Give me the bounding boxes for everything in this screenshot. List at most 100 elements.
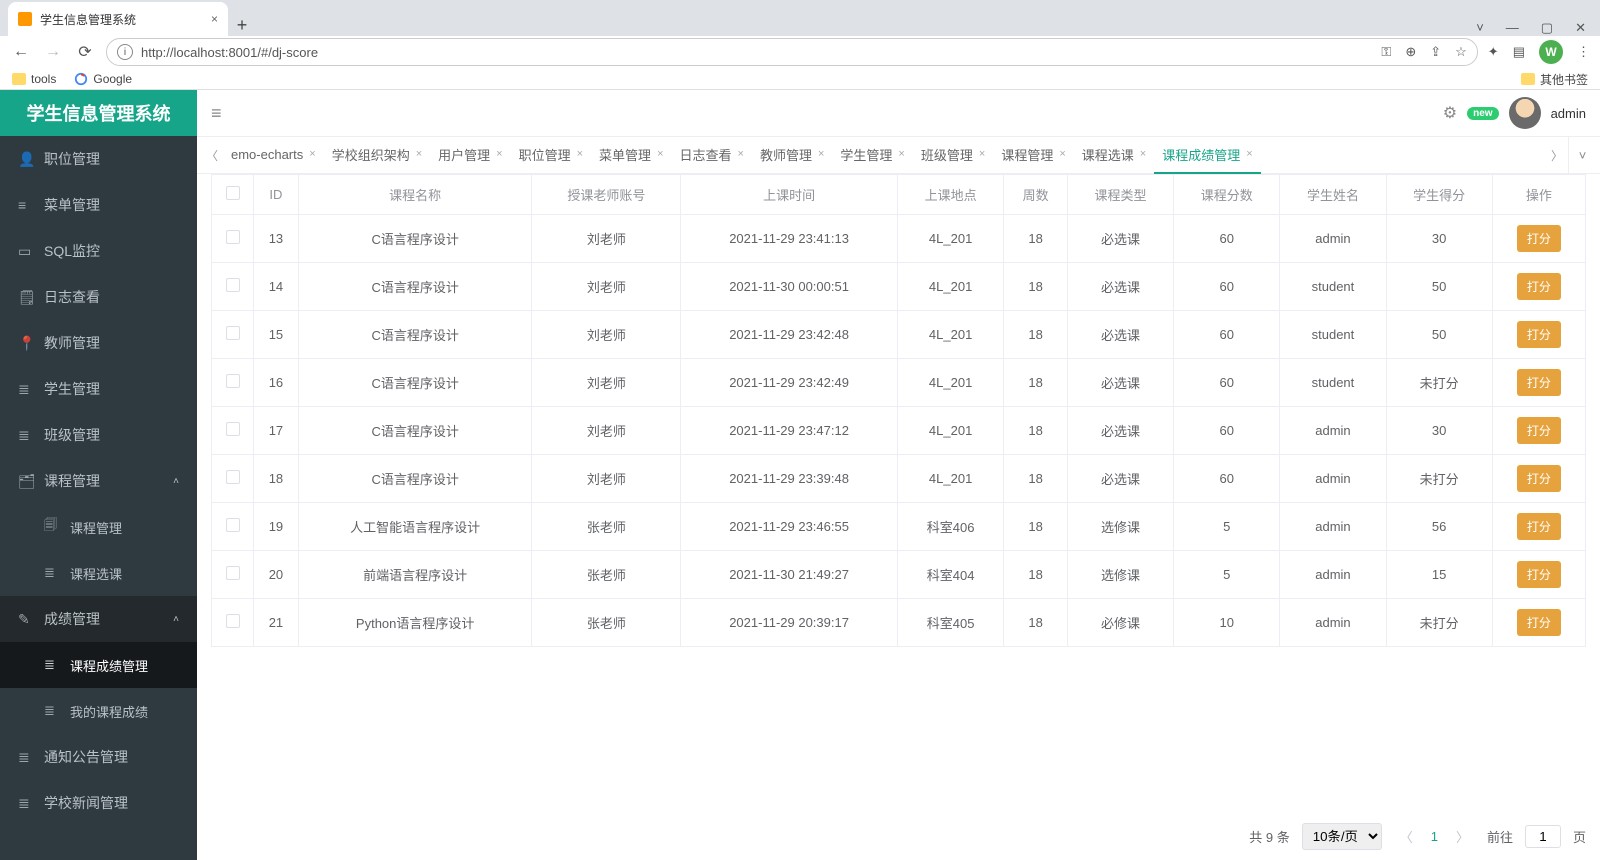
page-tab[interactable]: 教师管理× [752,137,832,174]
score-button[interactable]: 打分 [1517,321,1561,348]
bookmark-other[interactable]: 其他书签 [1521,71,1588,88]
page-tab[interactable]: 日志查看× [672,137,752,174]
column-header[interactable]: 操作 [1492,175,1585,215]
sidebar-item[interactable]: 👤职位管理 [0,136,197,182]
gear-icon[interactable]: ⚙ [1443,103,1457,123]
user-avatar[interactable] [1509,97,1541,129]
tabs-dropdown-icon[interactable]: ˅ [1568,137,1596,173]
sidebar-item[interactable]: ▭SQL监控 [0,228,197,274]
browser-tab-active[interactable]: 学生信息管理系统 × [8,2,228,36]
score-button[interactable]: 打分 [1517,609,1561,636]
user-name[interactable]: admin [1551,106,1586,121]
close-icon[interactable]: × [979,148,985,160]
page-tab[interactable]: 课程成绩管理× [1154,137,1260,174]
checkbox-all[interactable] [226,186,240,200]
page-tab[interactable]: 学生管理× [832,137,912,174]
row-checkbox[interactable] [226,470,240,484]
column-header[interactable]: 学生得分 [1386,175,1492,215]
page-tab[interactable]: 学校组织架构× [324,137,430,174]
score-button[interactable]: 打分 [1517,561,1561,588]
bookmark-google[interactable]: Google [74,72,132,86]
close-icon[interactable]: × [211,12,218,26]
reading-list-icon[interactable]: ▤ [1513,44,1525,60]
tabs-scroll-right-icon[interactable]: 〉 [1546,147,1568,164]
column-header[interactable]: 课程类型 [1067,175,1173,215]
column-header[interactable]: 周数 [1004,175,1068,215]
column-header[interactable]: 学生姓名 [1280,175,1386,215]
close-icon[interactable]: × [416,148,422,160]
sidebar-item[interactable]: 🗒日志查看 [0,274,197,320]
row-checkbox[interactable] [226,614,240,628]
sidebar-item[interactable]: ≣学校新闻管理 [0,780,197,826]
page-tab[interactable]: 用户管理× [430,137,510,174]
row-checkbox[interactable] [226,566,240,580]
column-header[interactable]: 授课老师账号 [532,175,681,215]
sidebar-subitem[interactable]: ≣课程选课 [0,550,197,596]
sidebar-item[interactable]: ✎成绩管理˄ [0,596,197,642]
sidebar-subitem[interactable]: ≣课程成绩管理 [0,642,197,688]
pager-next-icon[interactable]: 〉 [1450,827,1475,846]
column-header[interactable]: 上课地点 [898,175,1004,215]
window-dropdown-icon[interactable]: ˅ [1476,20,1484,36]
site-info-icon[interactable]: i [117,44,133,60]
sidebar-item[interactable]: ≣班级管理 [0,412,197,458]
score-button[interactable]: 打分 [1517,369,1561,396]
page-tab[interactable]: 菜单管理× [591,137,671,174]
pager-goto-input[interactable] [1525,825,1561,848]
score-button[interactable]: 打分 [1517,465,1561,492]
close-icon[interactable]: × [496,148,502,160]
close-icon[interactable]: × [1059,148,1065,160]
star-icon[interactable]: ☆ [1455,44,1467,60]
minimize-icon[interactable]: — [1506,20,1519,36]
kebab-menu-icon[interactable]: ⋮ [1577,44,1590,60]
hamburger-icon[interactable]: ≡ [211,103,222,124]
row-checkbox[interactable] [226,422,240,436]
column-header[interactable]: 课程分数 [1174,175,1280,215]
page-tab[interactable]: 职位管理× [511,137,591,174]
score-button[interactable]: 打分 [1517,417,1561,444]
column-header[interactable]: 课程名称 [298,175,532,215]
zoom-icon[interactable]: ⊕ [1405,44,1416,60]
new-tab-button[interactable]: + [228,15,256,36]
page-tab[interactable]: 班级管理× [913,137,993,174]
key-icon[interactable]: ⚿ [1381,44,1391,60]
pager-current[interactable]: 1 [1431,829,1438,844]
row-checkbox[interactable] [226,230,240,244]
column-header[interactable]: ID [254,175,299,215]
bookmark-tools[interactable]: tools [12,72,56,86]
row-checkbox[interactable] [226,374,240,388]
close-icon[interactable]: × [1140,148,1146,160]
maximize-icon[interactable]: ▢ [1541,20,1553,36]
row-checkbox[interactable] [226,518,240,532]
address-bar[interactable]: i http://localhost:8001/#/dj-score ⚿ ⊕ ⇪… [106,38,1478,66]
page-tab[interactable]: 课程选课× [1074,137,1154,174]
tabs-scroll-left-icon[interactable]: 〈 [201,147,223,164]
extensions-icon[interactable]: ✦ [1488,44,1499,60]
close-icon[interactable]: × [657,148,663,160]
sidebar-subitem[interactable]: 🗐课程管理 [0,504,197,550]
reload-icon[interactable]: ⟳ [74,42,96,62]
score-button[interactable]: 打分 [1517,225,1561,252]
score-button[interactable]: 打分 [1517,273,1561,300]
page-tab[interactable]: emo-echarts× [223,137,324,174]
close-icon[interactable]: × [818,148,824,160]
share-icon[interactable]: ⇪ [1430,44,1441,60]
pager-size-select[interactable]: 10条/页 [1302,823,1382,850]
sidebar-item[interactable]: ≡菜单管理 [0,182,197,228]
profile-avatar[interactable]: W [1539,40,1563,64]
pager-prev-icon[interactable]: 〈 [1394,827,1419,846]
sidebar-item[interactable]: 🗂课程管理˄ [0,458,197,504]
score-button[interactable]: 打分 [1517,513,1561,540]
forward-icon[interactable]: → [42,43,64,61]
row-checkbox[interactable] [226,278,240,292]
close-icon[interactable]: × [738,148,744,160]
close-icon[interactable]: × [309,148,315,160]
column-header[interactable]: 上课时间 [681,175,898,215]
sidebar-item[interactable]: 📍教师管理 [0,320,197,366]
page-tab[interactable]: 课程管理× [993,137,1073,174]
sidebar-item[interactable]: ≣通知公告管理 [0,734,197,780]
close-icon[interactable]: × [898,148,904,160]
close-icon[interactable]: × [1246,148,1252,160]
close-icon[interactable]: × [577,148,583,160]
close-window-icon[interactable]: ✕ [1575,20,1586,36]
